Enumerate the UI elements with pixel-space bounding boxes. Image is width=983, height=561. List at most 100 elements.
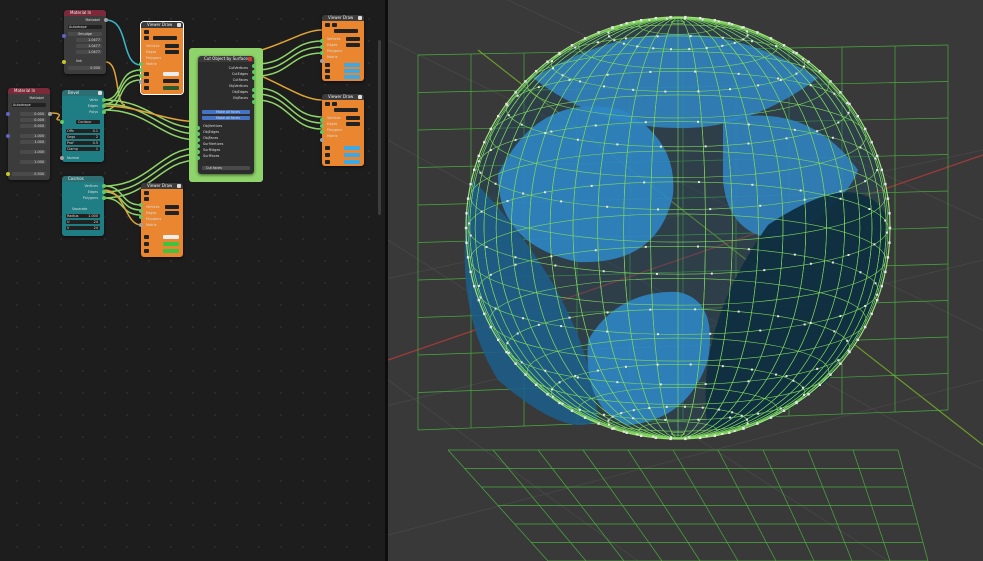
input-socket[interactable] (320, 59, 324, 63)
edge-color[interactable] (163, 242, 179, 246)
input-socket[interactable] (139, 74, 143, 78)
vertex-icon[interactable] (144, 235, 149, 239)
output-socket[interactable] (48, 112, 52, 116)
value-field[interactable] (346, 122, 360, 126)
face-color[interactable] (344, 160, 360, 164)
input-socket[interactable] (320, 138, 324, 142)
edge-color[interactable] (344, 69, 360, 73)
eye-icon[interactable] (325, 102, 330, 106)
bevel-node[interactable]: Bevel Verts Edges Polys Contour Offs 0.1… (60, 90, 106, 162)
viewer-draw-node[interactable]: Viewer Draw Vertices Edges Polygons Matr… (320, 94, 364, 166)
face-icon[interactable] (144, 86, 149, 90)
input-socket[interactable] (139, 223, 143, 227)
viewer-draw-node[interactable]: Viewer Draw Vertices Edges Polygons Matr… (139, 183, 183, 257)
input-socket[interactable] (320, 130, 324, 134)
output-socket[interactable] (102, 110, 106, 114)
output-socket[interactable] (102, 98, 106, 102)
settings-icon[interactable] (144, 197, 149, 201)
input-socket[interactable] (196, 138, 200, 142)
output-socket[interactable] (102, 104, 106, 108)
viewer-draw-node[interactable]: Viewer Draw Vertices Edges Polygons Matr… (320, 15, 364, 81)
output-socket[interactable] (102, 196, 106, 200)
color-field[interactable] (334, 29, 358, 33)
eye-icon[interactable] (325, 23, 330, 27)
eye-icon[interactable] (144, 191, 149, 195)
vertex-icon[interactable] (325, 146, 330, 150)
input-socket[interactable] (196, 150, 200, 154)
settings-icon[interactable] (144, 36, 149, 40)
input-socket[interactable] (62, 60, 66, 64)
input-socket[interactable] (139, 215, 143, 219)
value-field[interactable] (346, 116, 360, 120)
output-socket[interactable] (252, 100, 256, 104)
output-socket[interactable] (104, 18, 108, 22)
output-socket[interactable] (252, 88, 256, 92)
input-socket[interactable] (60, 156, 64, 160)
face-icon[interactable] (144, 249, 149, 253)
input-socket[interactable] (320, 51, 324, 55)
edge-icon[interactable] (144, 242, 149, 246)
3d-viewport[interactable] (388, 0, 983, 561)
input-socket[interactable] (320, 118, 324, 122)
input-socket[interactable] (139, 203, 143, 207)
value-field[interactable] (165, 44, 179, 48)
input-socket[interactable] (139, 68, 143, 72)
cut-object-by-surface-node[interactable]: Cut Object by Surface CutVertices CutEdg… (196, 56, 256, 174)
eye-icon[interactable] (144, 30, 149, 34)
output-socket[interactable] (102, 184, 106, 188)
input-socket[interactable] (139, 80, 143, 84)
input-socket[interactable] (139, 62, 143, 66)
input-socket[interactable] (196, 144, 200, 148)
input-socket[interactable] (6, 172, 10, 176)
primitive-node[interactable]: Cosmos Vertices Edges Polygons Separate … (62, 176, 106, 236)
input-socket[interactable] (196, 156, 200, 160)
input-socket[interactable] (6, 134, 10, 138)
viewer-draw-node[interactable]: Viewer Draw Vertices Edges Polygons Matr… (139, 22, 183, 94)
value: 0.000 (34, 124, 44, 128)
value-field[interactable] (165, 50, 179, 54)
vertex-icon[interactable] (325, 63, 330, 67)
value-field[interactable] (346, 37, 360, 41)
output-socket[interactable] (252, 64, 256, 68)
input-socket[interactable] (60, 120, 64, 124)
output-socket[interactable] (252, 76, 256, 80)
vertex-icon[interactable] (144, 72, 149, 76)
edge-color[interactable] (163, 79, 179, 83)
value-field[interactable] (165, 211, 179, 215)
face-icon[interactable] (325, 75, 330, 79)
input-socket[interactable] (62, 34, 66, 38)
face-icon[interactable] (325, 160, 330, 164)
output-socket[interactable] (252, 70, 256, 74)
vertex-color[interactable] (163, 72, 179, 76)
row-label: Edges (327, 43, 338, 47)
settings-icon[interactable] (332, 23, 337, 27)
material-node[interactable]: Material In Matlabel Autodrape 0.000 0.0… (6, 88, 52, 180)
input-socket[interactable] (139, 209, 143, 213)
face-color[interactable] (163, 86, 179, 90)
vertex-color[interactable] (344, 146, 360, 150)
input-socket[interactable] (320, 45, 324, 49)
input-socket[interactable] (196, 126, 200, 130)
scrollbar[interactable] (378, 40, 381, 215)
edge-icon[interactable] (325, 153, 330, 157)
input-socket[interactable] (6, 112, 10, 116)
edge-icon[interactable] (325, 69, 330, 73)
face-color[interactable] (344, 75, 360, 79)
face-color[interactable] (163, 249, 179, 253)
vertex-color[interactable] (344, 63, 360, 67)
node-editor[interactable]: Material In Matlabel Autodrape Smudge 1.… (0, 0, 385, 561)
output-socket[interactable] (252, 94, 256, 98)
output-socket[interactable] (102, 190, 106, 194)
value-field[interactable] (346, 43, 360, 47)
edge-icon[interactable] (144, 79, 149, 83)
vertex-color[interactable] (163, 235, 179, 239)
input-socket[interactable] (196, 132, 200, 136)
input-socket[interactable] (320, 39, 324, 43)
value-field[interactable] (165, 205, 179, 209)
edge-color[interactable] (344, 153, 360, 157)
material-node[interactable]: Material In Matlabel Autodrape Smudge 1.… (62, 10, 108, 74)
input-socket[interactable] (320, 124, 324, 128)
color-field[interactable] (153, 36, 177, 40)
settings-icon[interactable] (332, 102, 337, 106)
color-field[interactable] (334, 108, 358, 112)
